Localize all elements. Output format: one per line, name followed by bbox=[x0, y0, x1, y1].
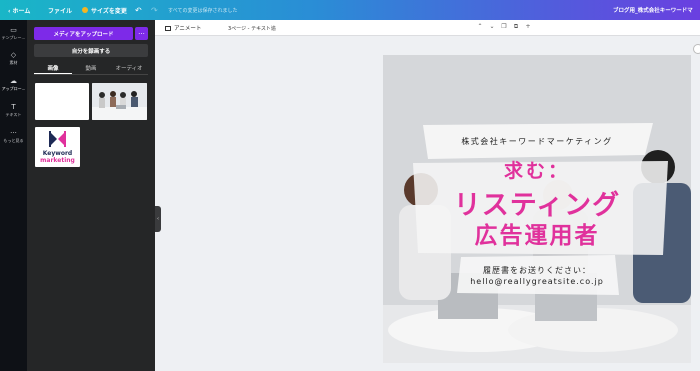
tab-audio[interactable]: オーディオ bbox=[110, 64, 148, 72]
rail-item-text[interactable]: T テキスト bbox=[0, 103, 27, 118]
uploads-panel: メディアをアップロード ··· 自分を録画する 画像 動画 オーディオ Keyw… bbox=[27, 20, 155, 371]
logo-text-marketing: marketing bbox=[40, 157, 75, 164]
animate-icon bbox=[165, 25, 171, 31]
file-menu[interactable]: ファイル bbox=[48, 0, 72, 20]
move-page-down-icon[interactable]: ⌄ bbox=[486, 23, 498, 31]
resize-label: サイズを変更 bbox=[91, 7, 127, 15]
rail-item-label: 素材 bbox=[9, 60, 18, 65]
headline-ad-operator[interactable]: 広告運用者 bbox=[383, 216, 691, 250]
left-rail: ▭ テンプレー... ◇ 素材 ☁ アップロー... T テキスト ··· もっ… bbox=[0, 20, 27, 371]
side-scroll-button[interactable] bbox=[693, 44, 700, 54]
page-title[interactable]: 3ページ - テキスト追 bbox=[228, 25, 276, 32]
upload-thumbnail-logo[interactable]: Keyword marketing bbox=[35, 127, 80, 167]
template-icon: ▭ bbox=[10, 26, 17, 34]
more-icon: ··· bbox=[10, 129, 17, 137]
copy-page-icon[interactable]: ❐ bbox=[498, 23, 510, 31]
tab-images[interactable]: 画像 bbox=[34, 64, 72, 72]
send-resume-text[interactable]: 履歴書をお送りください： bbox=[383, 265, 691, 276]
page-tools: ⌃ ⌄ ❐ ⧉ + bbox=[474, 23, 534, 31]
email-text[interactable]: hello@reallygreatsite.co.jp bbox=[383, 277, 691, 286]
tab-videos[interactable]: 動画 bbox=[72, 64, 110, 72]
collapse-panel-handle[interactable]: ‹ bbox=[155, 206, 161, 232]
upload-thumbnail-blank[interactable] bbox=[35, 83, 89, 120]
redo-icon[interactable]: ↷ bbox=[151, 0, 158, 20]
meeting-photo-image bbox=[92, 83, 147, 120]
upload-cloud-icon: ☁ bbox=[10, 77, 17, 85]
media-tabs: 画像 動画 オーディオ bbox=[34, 64, 148, 76]
resize-button[interactable]: サイズを変更 bbox=[82, 0, 127, 20]
top-bar: ‹ ホーム ファイル サイズを変更 ↶ ↷ すべての変更は保存されました ブログ… bbox=[0, 0, 700, 20]
rail-item-more[interactable]: ··· もっと見る bbox=[0, 129, 27, 144]
tab-divider bbox=[34, 74, 148, 75]
company-name-text[interactable]: 株式会社キーワードマーケティング bbox=[383, 136, 691, 147]
design-canvas[interactable]: 株式会社キーワードマーケティング 求む： リスティング 広告運用者 履歴書をお送… bbox=[383, 55, 691, 363]
upload-media-button[interactable]: メディアをアップロード bbox=[34, 27, 133, 40]
rail-item-elements[interactable]: ◇ 素材 bbox=[0, 51, 27, 66]
elements-icon: ◇ bbox=[10, 51, 17, 59]
add-page-icon[interactable]: + bbox=[522, 23, 534, 31]
crown-icon bbox=[82, 7, 88, 13]
undo-icon[interactable]: ↶ bbox=[135, 0, 142, 20]
more-options-button[interactable]: ··· bbox=[135, 27, 148, 40]
rail-item-templates[interactable]: ▭ テンプレー... bbox=[0, 26, 27, 41]
document-title[interactable]: ブログ用_株式会社キーワードマ bbox=[613, 0, 693, 20]
move-page-up-icon[interactable]: ⌃ bbox=[474, 23, 486, 31]
rail-item-label: テキスト bbox=[5, 112, 22, 117]
duplicate-page-icon[interactable]: ⧉ bbox=[510, 23, 522, 31]
record-yourself-button[interactable]: 自分を録画する bbox=[34, 44, 148, 57]
home-button[interactable]: ‹ ホーム bbox=[8, 0, 30, 20]
upload-thumbnail-meeting-photo[interactable] bbox=[92, 83, 147, 120]
rail-item-label: テンプレー... bbox=[1, 35, 26, 40]
active-tab-indicator bbox=[34, 73, 72, 74]
text-icon: T bbox=[11, 103, 16, 111]
animate-button[interactable]: アニメート bbox=[165, 24, 201, 32]
rail-item-label: アップロー... bbox=[1, 86, 26, 91]
headline-wanted[interactable]: 求む： bbox=[383, 156, 691, 183]
rail-item-label: もっと見る bbox=[3, 138, 24, 143]
save-status: すべての変更は保存されました bbox=[168, 7, 238, 14]
animate-label: アニメート bbox=[174, 26, 202, 32]
rail-item-uploads[interactable]: ☁ アップロー... bbox=[0, 77, 27, 92]
